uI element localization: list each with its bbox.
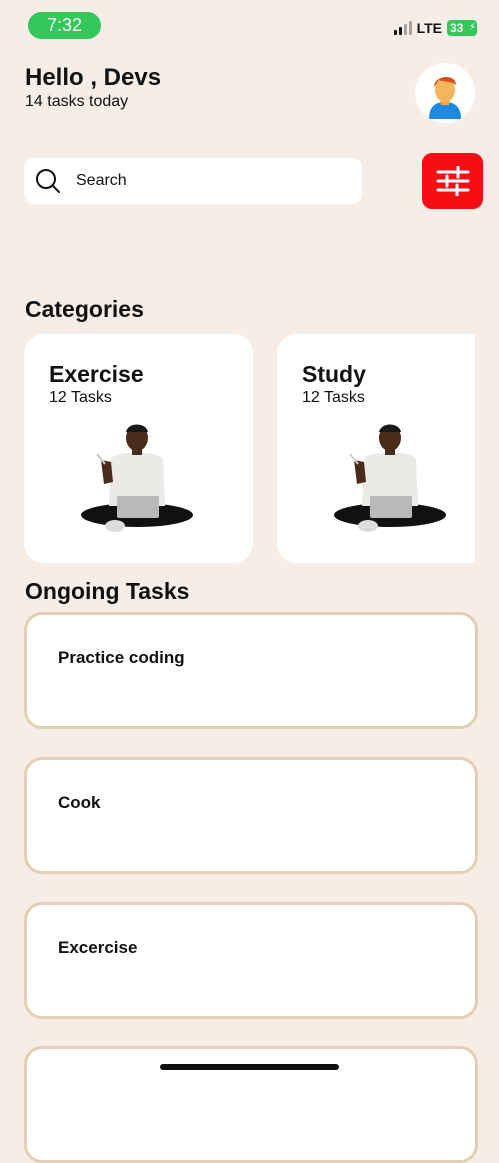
task-card[interactable]: Cook — [24, 757, 478, 874]
search-bar[interactable] — [24, 158, 362, 204]
battery-icon: 33 — [447, 20, 477, 36]
cellular-signal-icon — [393, 21, 412, 35]
category-task-count: 12 Tasks — [302, 389, 365, 406]
category-card-study[interactable]: Study 12 Tasks — [277, 334, 475, 563]
search-input[interactable] — [74, 171, 318, 191]
network-type: LTE — [416, 20, 442, 36]
home-indicator[interactable] — [160, 1064, 339, 1070]
filter-button[interactable] — [422, 153, 483, 209]
task-title: Practice coding — [58, 648, 185, 667]
search-icon — [36, 169, 60, 193]
avatar[interactable] — [415, 63, 475, 123]
status-indicators: LTE 33 — [393, 20, 477, 36]
category-title: Study — [302, 361, 366, 387]
task-card[interactable]: Excercise — [24, 902, 478, 1019]
person-with-laptop-illustration — [334, 424, 446, 532]
category-title: Exercise — [49, 361, 144, 387]
categories-carousel[interactable]: Exercise 12 Tasks Study 12 Tasks — [24, 334, 475, 563]
greeting-title: Hello , Devs — [25, 64, 162, 91]
man-avatar-icon — [429, 76, 461, 119]
tasks-today-subtitle: 14 tasks today — [25, 93, 129, 110]
task-card[interactable]: Practice coding — [24, 612, 478, 729]
category-card-exercise[interactable]: Exercise 12 Tasks — [24, 334, 253, 563]
person-with-laptop-illustration — [81, 424, 193, 532]
task-title: Excercise — [58, 938, 138, 957]
status-time: 7:32 — [28, 12, 101, 39]
ongoing-tasks-heading: Ongoing Tasks — [25, 578, 190, 604]
sliders-icon — [436, 166, 469, 196]
categories-heading: Categories — [25, 296, 144, 322]
task-title: Cook — [58, 793, 101, 812]
category-task-count: 12 Tasks — [49, 389, 112, 406]
